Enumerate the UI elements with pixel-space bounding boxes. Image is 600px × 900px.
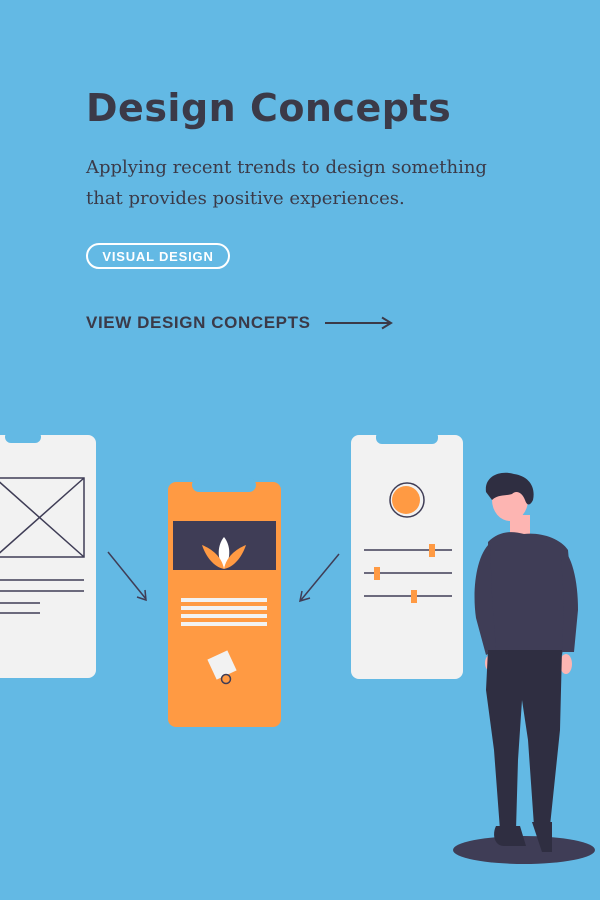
design-concepts-card: Design Concepts Applying recent trends t…	[0, 0, 600, 900]
wireframe-to-design-illustration	[0, 431, 595, 864]
page-subtitle: Applying recent trends to design somethi…	[86, 157, 487, 209]
view-design-concepts-link[interactable]: VIEW DESIGN CONCEPTS	[86, 311, 395, 335]
cta-label: VIEW DESIGN CONCEPTS	[86, 313, 311, 332]
arrow-down-left-icon	[299, 553, 340, 603]
visual-design-tag[interactable]: VISUAL DESIGN	[86, 243, 230, 269]
design-phone	[168, 478, 281, 727]
wireframe-phone	[0, 431, 96, 678]
tag-label: VISUAL DESIGN	[102, 248, 214, 264]
settings-phone	[351, 431, 463, 679]
standing-person	[453, 472, 595, 864]
profile-circle-icon	[389, 482, 425, 518]
arrow-down-right-icon	[107, 551, 147, 602]
page-title: Design Concepts	[86, 86, 452, 130]
arrow-right-icon	[324, 316, 393, 330]
